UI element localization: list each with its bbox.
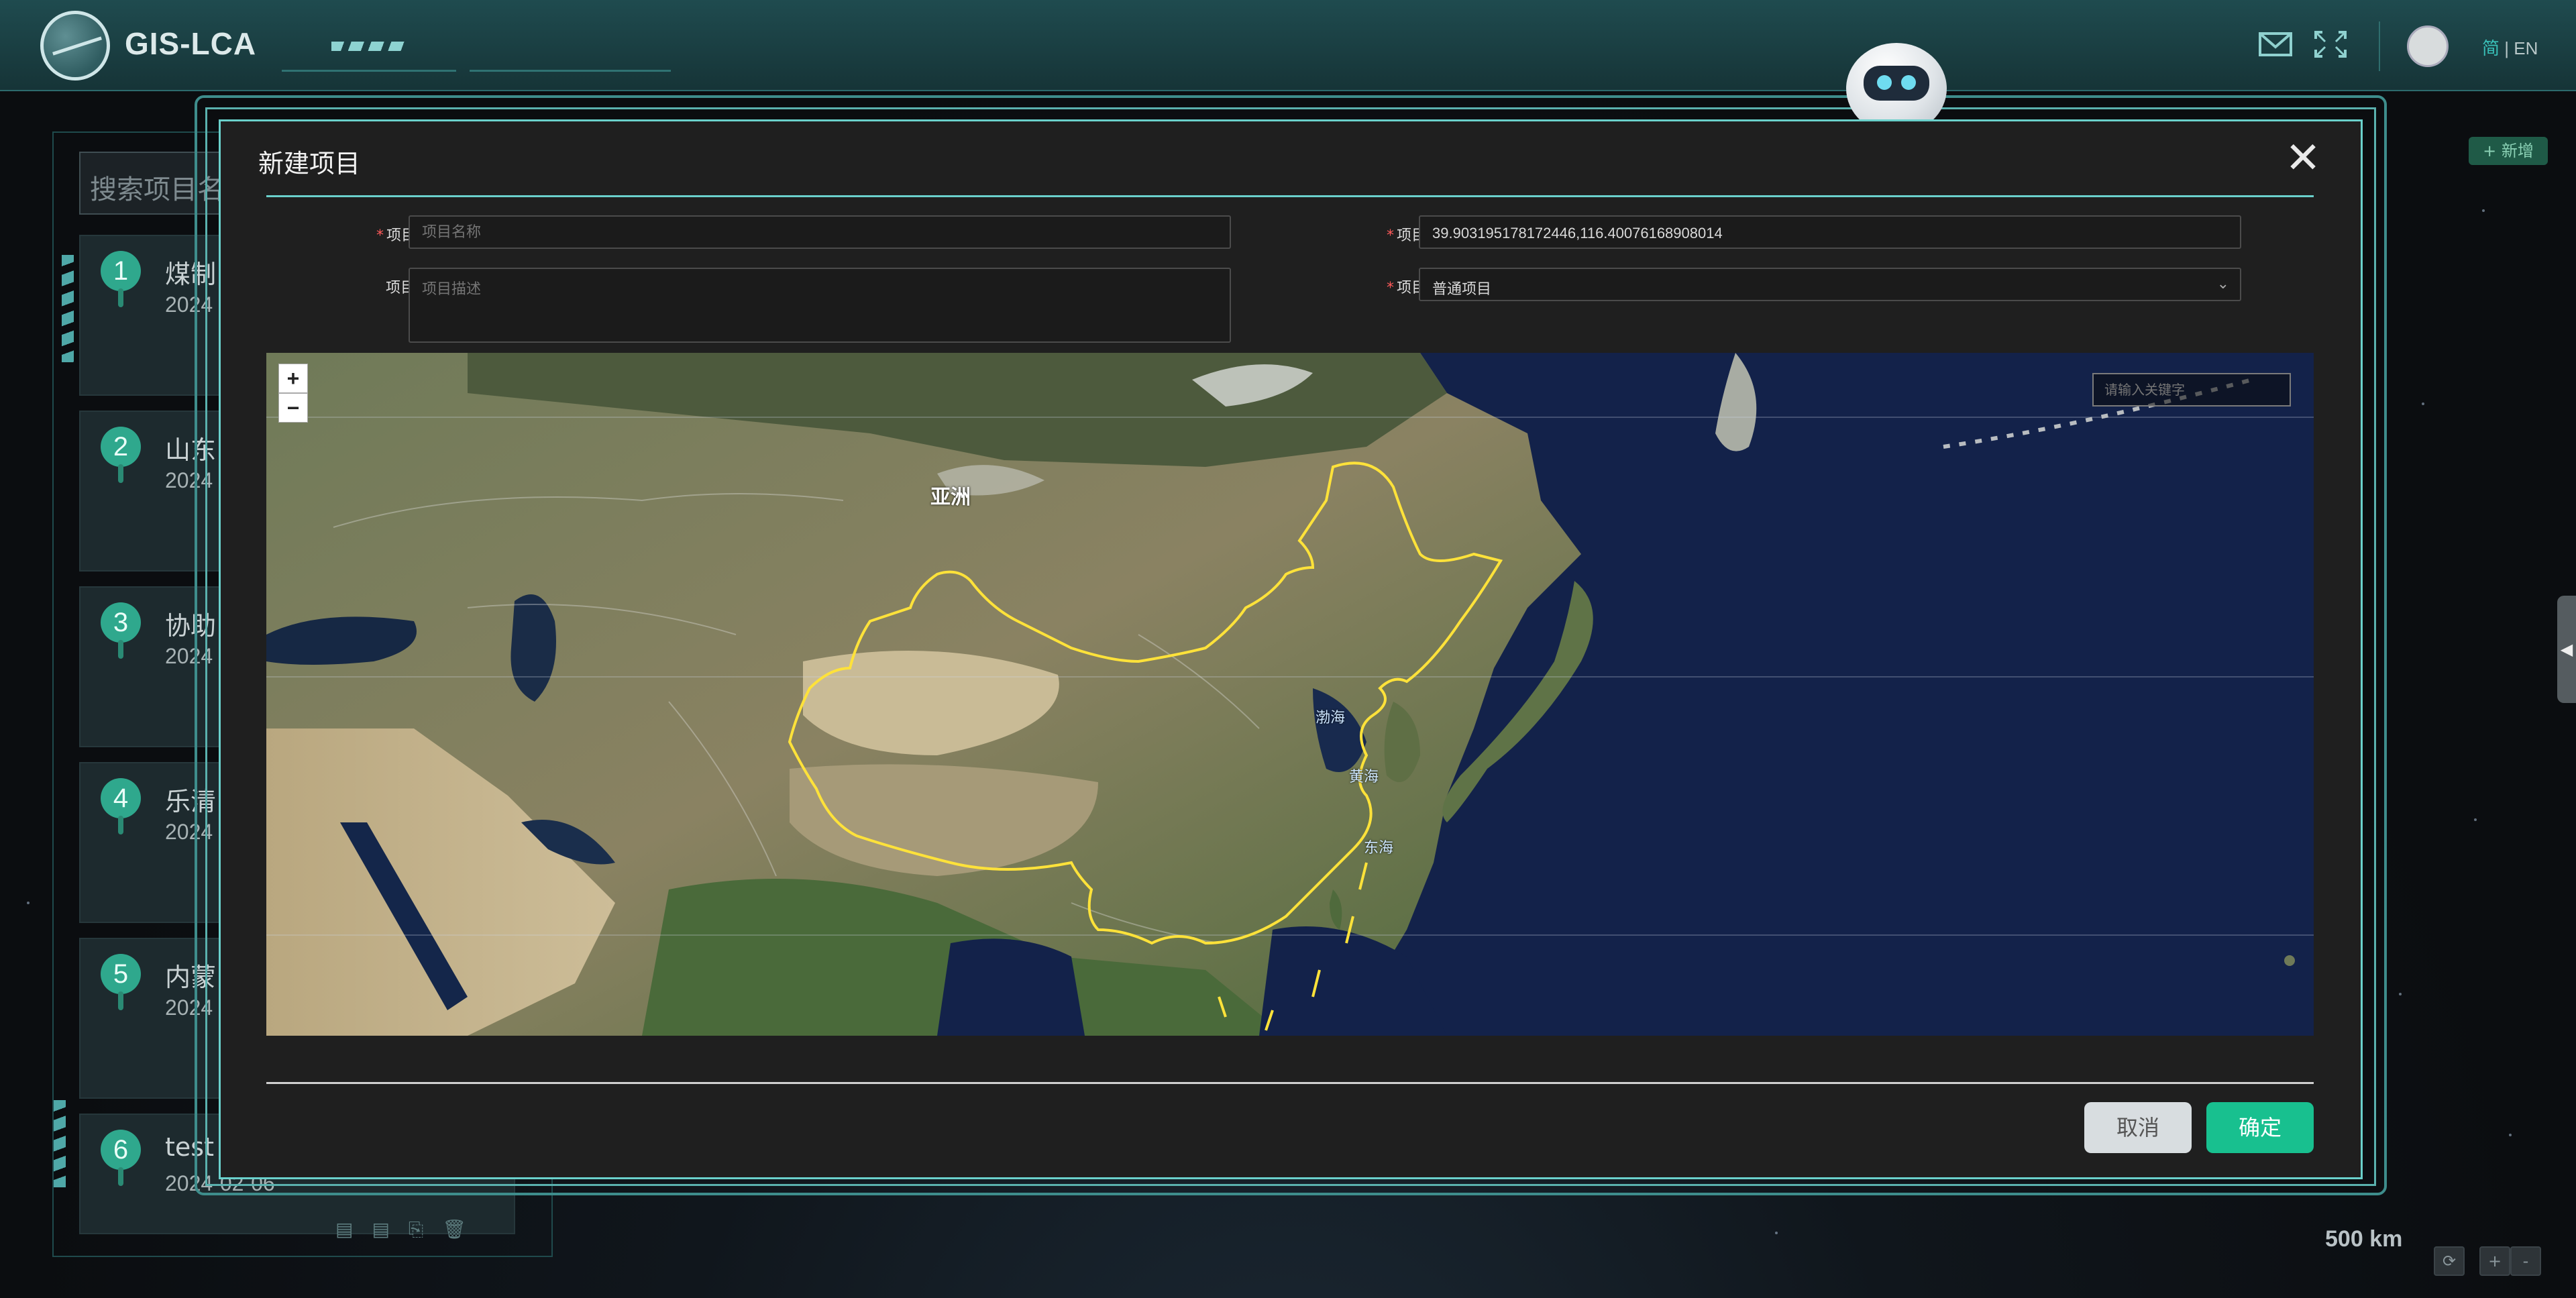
star-decoration	[27, 902, 30, 904]
map-label-east-sea: 东海	[1364, 840, 1394, 857]
app-logo-text: GIS-LCA	[125, 26, 257, 61]
project-location-field[interactable]: 39.903195178172446,116.40076168908014	[1419, 215, 2241, 249]
avatar-icon[interactable]	[2407, 25, 2449, 67]
satellite-map-imagery	[266, 353, 2314, 1036]
project-type-select[interactable]: 普通项目 ⌄	[1419, 268, 2241, 301]
header-divider	[2379, 21, 2380, 71]
add-project-button[interactable]: + 新增	[2469, 137, 2548, 165]
cancel-button[interactable]: 取消	[2084, 1102, 2192, 1153]
lang-cn[interactable]: 简	[2482, 38, 2500, 58]
map-pin-icon: 3	[101, 602, 141, 659]
header-stripes-decoration	[331, 42, 405, 51]
project-name-input[interactable]	[409, 215, 1231, 249]
header-line-decoration	[282, 70, 456, 72]
lang-separator: |	[2504, 38, 2510, 58]
confirm-button[interactable]: 确定	[2206, 1102, 2314, 1153]
star-decoration	[2399, 993, 2402, 995]
refresh-button[interactable]: ⟳	[2434, 1246, 2465, 1276]
star-decoration	[1775, 1232, 1778, 1234]
star-decoration	[2422, 402, 2424, 405]
map-label-bohai: 渤海	[1316, 710, 1346, 726]
title-divider	[266, 195, 2314, 197]
map-pin-icon: 5	[101, 954, 141, 1010]
dialog-title: 新建项目	[258, 149, 361, 178]
star-decoration	[2509, 1134, 2512, 1136]
top-header: GIS-LCA 简 | EN	[0, 0, 2576, 91]
scale-bar-label: 500 km	[2325, 1226, 2403, 1252]
fullscreen-icon[interactable]	[2313, 30, 2348, 59]
map-label-yellow-sea: 黄海	[1349, 769, 1379, 786]
globe-zoom-in-button[interactable]: +	[2479, 1246, 2510, 1276]
frame-stripes-decoration	[62, 255, 74, 362]
chevron-down-icon: ⌄	[2216, 276, 2229, 292]
globe-logo-icon	[40, 11, 110, 80]
project-type-value: 普通项目	[1432, 280, 1492, 297]
close-icon[interactable]: ✕	[2284, 137, 2322, 180]
map-label-asia: 亚洲	[930, 486, 971, 509]
footer-divider	[266, 1082, 2314, 1084]
robot-eye	[1877, 75, 1892, 90]
card-action-icons[interactable]: ▤▤⎘🗑	[335, 1218, 485, 1241]
app-page: GIS-LCA 简 | EN 搜索项目名 1 煤制 2024 2 山东 2024	[0, 0, 2576, 1298]
star-decoration	[2474, 818, 2477, 821]
lang-en[interactable]: EN	[2514, 38, 2538, 58]
map-zoom-out-button[interactable]: −	[278, 393, 308, 423]
map-pin-icon: 4	[101, 778, 141, 834]
map-zoom-in-button[interactable]: +	[278, 364, 308, 393]
map-pin-icon: 2	[101, 427, 141, 483]
mail-icon[interactable]	[2258, 30, 2293, 59]
map-pin-icon: 1	[101, 251, 141, 307]
language-switch[interactable]: 简 | EN	[2482, 35, 2538, 60]
collapse-panel-tab[interactable]: ◀	[2557, 596, 2576, 703]
globe-zoom-out-button[interactable]: -	[2510, 1246, 2541, 1276]
robot-eye	[1901, 75, 1916, 90]
map-keyword-search-input[interactable]	[2092, 373, 2291, 407]
robot-face	[1864, 66, 1929, 101]
map-pin-icon: 6	[101, 1130, 141, 1186]
star-decoration	[2482, 209, 2485, 212]
project-description-textarea[interactable]	[409, 268, 1231, 343]
location-picker-map[interactable]: + − 亚洲 渤海 黄海 东海	[266, 353, 2314, 1036]
header-line-decoration	[470, 70, 671, 72]
frame-stripes-decoration	[54, 1100, 66, 1187]
new-project-dialog: 新建项目 ✕ *项目名称 项目描述 *项目位置 39.9031951781724…	[219, 119, 2363, 1179]
